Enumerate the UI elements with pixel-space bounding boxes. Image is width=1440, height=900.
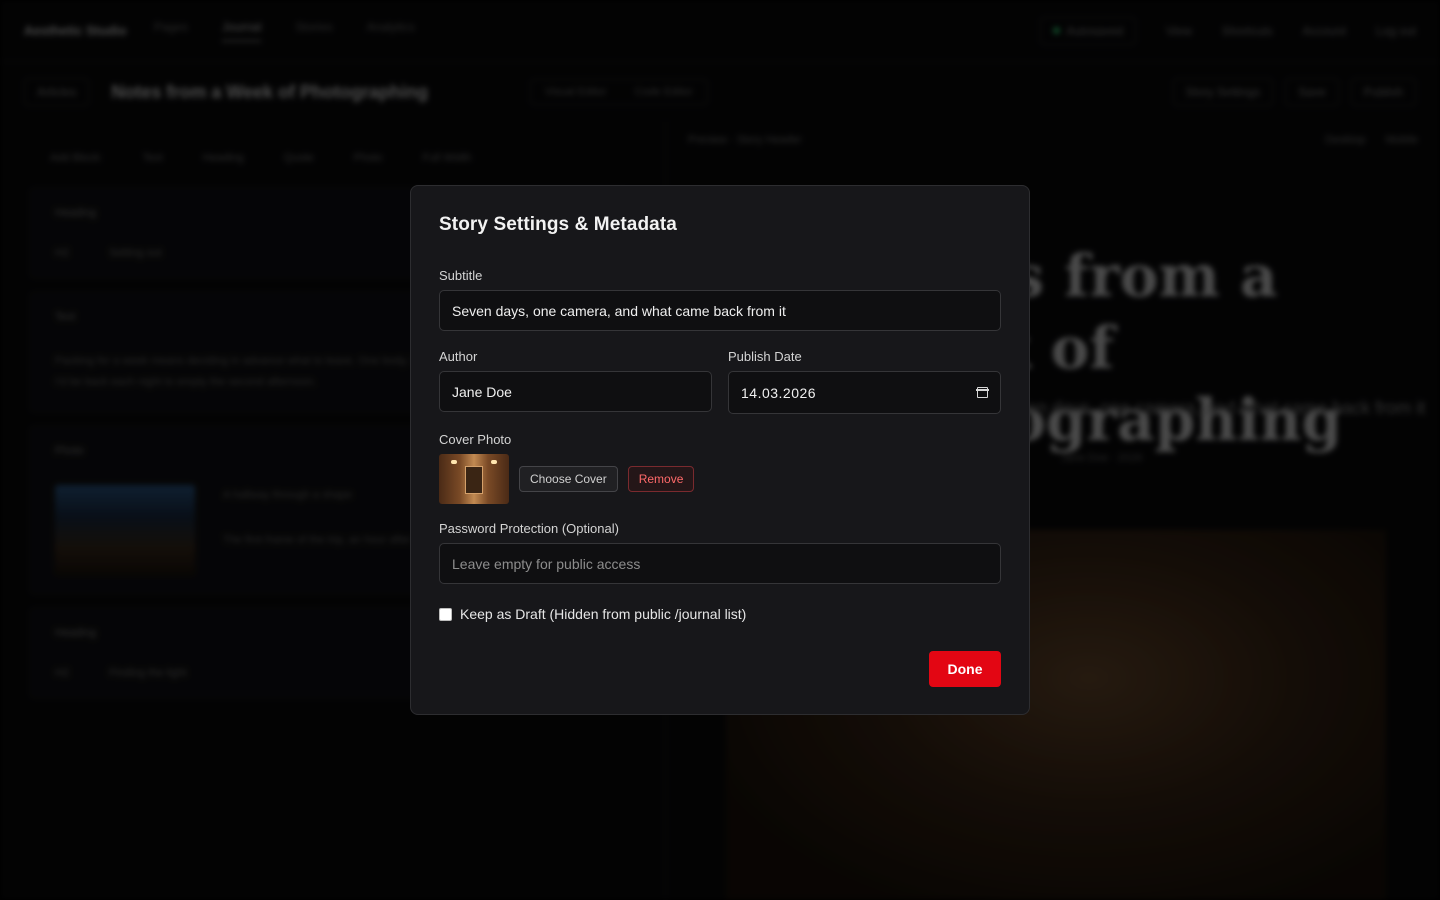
password-group: Password Protection (Optional) Leave emp… — [439, 521, 1001, 584]
author-group: Author Jane Doe — [439, 349, 712, 412]
story-settings-modal: Story Settings & Metadata Subtitle Seven… — [410, 185, 1030, 715]
calendar-icon[interactable] — [976, 387, 989, 398]
author-label: Author — [439, 349, 478, 364]
cover-photo-thumbnail — [439, 454, 509, 504]
draft-option: Keep as Draft (Hidden from public /journ… — [439, 606, 746, 622]
subtitle-input[interactable]: Seven days, one camera, and what came ba… — [439, 290, 1001, 331]
publish-date-value: 14.03.2026 — [741, 384, 817, 401]
publish-date-label: Publish Date — [728, 349, 802, 364]
modal-title: Story Settings & Metadata — [439, 214, 677, 235]
publish-date-group: Publish Date 14.03.2026 — [728, 349, 1001, 414]
cover-photo-row: Choose Cover Remove — [439, 454, 1001, 504]
cover-photo-group: Cover Photo Choose Cover Remove — [439, 432, 1001, 504]
password-input[interactable]: Leave empty for public access — [439, 543, 1001, 584]
password-label: Password Protection (Optional) — [439, 521, 619, 536]
draft-checkbox[interactable] — [439, 607, 452, 621]
done-button[interactable]: Done — [929, 651, 1001, 687]
publish-date-input[interactable]: 14.03.2026 — [728, 371, 1001, 414]
cover-thumb-lamp — [491, 460, 497, 464]
cover-thumb-hallway — [465, 466, 483, 494]
remove-cover-button[interactable]: Remove — [627, 466, 695, 492]
subtitle-group: Subtitle Seven days, one camera, and wha… — [439, 268, 1001, 331]
author-input[interactable]: Jane Doe — [439, 371, 712, 412]
choose-cover-button[interactable]: Choose Cover — [519, 466, 618, 492]
subtitle-label: Subtitle — [439, 268, 483, 283]
cover-thumb-lamp — [451, 460, 457, 464]
cover-photo-label: Cover Photo — [439, 432, 512, 447]
draft-checkbox-label[interactable]: Keep as Draft (Hidden from public /journ… — [460, 606, 746, 622]
